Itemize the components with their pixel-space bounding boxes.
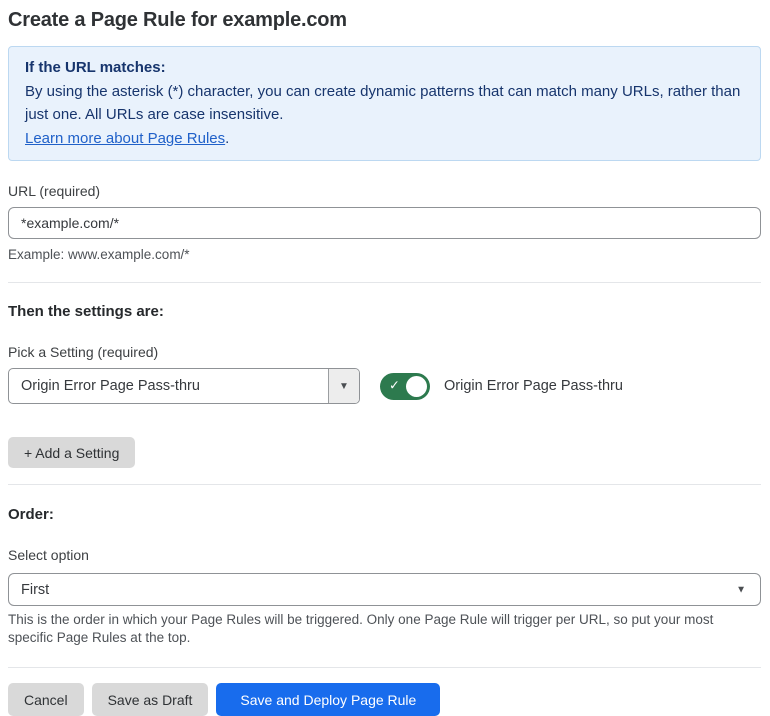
- divider: [8, 484, 761, 485]
- info-box-heading: If the URL matches:: [25, 59, 166, 76]
- order-select[interactable]: First: [8, 573, 761, 606]
- divider: [8, 282, 761, 283]
- cancel-button[interactable]: Cancel: [8, 683, 84, 716]
- settings-section-heading: Then the settings are:: [8, 303, 164, 320]
- pick-setting-label: Pick a Setting (required): [8, 344, 159, 360]
- order-section-heading: Order:: [8, 506, 54, 523]
- info-box-body: By using the asterisk (*) character, you…: [25, 82, 741, 124]
- setting-toggle[interactable]: ✓: [380, 372, 430, 400]
- page-rule-form: Create a Page Rule for example.com If th…: [0, 0, 770, 716]
- url-match-info-box: If the URL matches: By using the asteris…: [8, 46, 761, 161]
- select-option-label: Select option: [8, 547, 89, 563]
- url-label: URL (required): [8, 183, 101, 199]
- url-helper-text: Example: www.example.com/*: [8, 247, 190, 262]
- check-icon: ✓: [389, 377, 400, 393]
- divider: [8, 667, 761, 668]
- toggle-knob: [406, 375, 427, 397]
- chevron-down-icon: ▼: [339, 380, 349, 392]
- setting-dropdown-value: Origin Error Page Pass-thru: [21, 378, 200, 394]
- url-input[interactable]: [8, 207, 761, 239]
- footer-actions: Cancel Save as Draft Save and Deploy Pag…: [8, 683, 761, 716]
- page-title: Create a Page Rule for example.com: [8, 9, 347, 31]
- setting-row: Origin Error Page Pass-thru ▼ ✓ Origin E…: [8, 368, 761, 404]
- order-helper-text: This is the order in which your Page Rul…: [8, 612, 714, 645]
- link-period: .: [225, 129, 230, 147]
- add-setting-button[interactable]: + Add a Setting: [8, 437, 136, 468]
- save-deploy-button[interactable]: Save and Deploy Page Rule: [216, 683, 441, 716]
- setting-toggle-label: Origin Error Page Pass-thru: [444, 378, 623, 394]
- setting-dropdown-button[interactable]: ▼: [328, 369, 359, 403]
- order-select-wrap: First ▼: [8, 573, 761, 606]
- info-box-link-line: Learn more about Page Rules.: [25, 127, 744, 151]
- setting-dropdown[interactable]: Origin Error Page Pass-thru ▼: [8, 368, 360, 404]
- learn-more-link[interactable]: Learn more about Page Rules: [25, 130, 225, 147]
- save-draft-button[interactable]: Save as Draft: [91, 683, 209, 716]
